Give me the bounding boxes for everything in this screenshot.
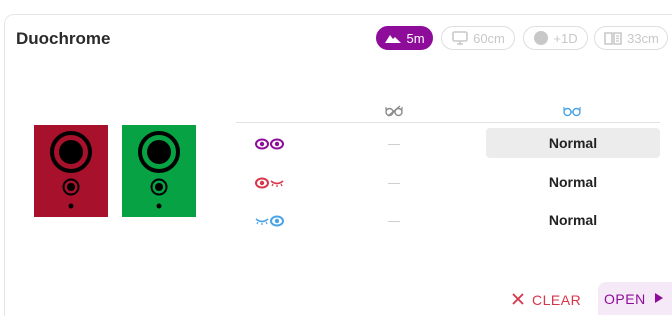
table-divider (236, 122, 660, 123)
chip-60cm[interactable]: 60cm (441, 26, 515, 50)
value-with-glasses[interactable]: Normal (486, 205, 660, 235)
book-icon (603, 30, 623, 46)
close-icon (512, 292, 524, 308)
monitor-icon (451, 30, 469, 46)
value-with-glasses[interactable]: Normal (486, 128, 660, 158)
chip-33cm[interactable]: 33cm (594, 26, 668, 50)
both-eyes-icon (255, 137, 285, 155)
circle-icon (533, 30, 549, 46)
value-without-glasses (388, 221, 400, 222)
value-without-glasses (388, 183, 400, 184)
green-panel (122, 125, 196, 217)
chip-plus1d[interactable]: +1D (523, 26, 588, 50)
open-label: OPEN (604, 290, 646, 307)
chip-5m[interactable]: 5m (376, 26, 433, 50)
clear-label: CLEAR (532, 292, 582, 308)
chip-label: 60cm (473, 30, 505, 46)
glasses-off-icon (385, 104, 403, 122)
right-eye-icon (255, 176, 285, 194)
play-icon (654, 291, 664, 307)
chip-label: 5m (406, 30, 425, 46)
mountain-icon (384, 31, 402, 45)
open-button[interactable]: OPEN (598, 282, 672, 315)
page-title: Duochrome (16, 29, 111, 48)
clear-button[interactable]: CLEAR (512, 289, 581, 311)
red-panel (34, 125, 108, 217)
left-eye-icon (255, 214, 285, 232)
chip-label: +1D (553, 30, 578, 46)
value-with-glasses[interactable]: Normal (486, 167, 660, 197)
glasses-on-icon (563, 104, 581, 122)
value-without-glasses (388, 144, 400, 145)
chip-label: 33cm (627, 30, 659, 46)
